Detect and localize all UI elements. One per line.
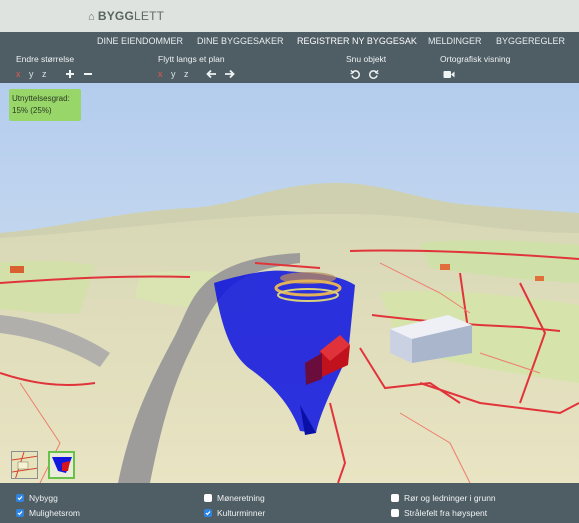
edit-toolbar: Endre størrelse x y z Flytt langs et pla…: [0, 50, 579, 83]
app-logo[interactable]: ⌂ BYGGLETT: [88, 9, 164, 23]
layer-kulturminner-label: Kulturminner: [217, 508, 266, 518]
rotate-title: Snu objekt: [346, 54, 387, 64]
terrain-scene[interactable]: [0, 83, 579, 483]
checkbox-unchecked-icon[interactable]: [391, 509, 399, 517]
resize-title: Endre størrelse: [16, 54, 75, 64]
checkbox-unchecked-icon[interactable]: [391, 494, 399, 502]
top-header: ⌂ BYGGLETT: [0, 0, 579, 32]
move-title: Flytt langs et plan: [158, 54, 225, 64]
layer-stralefelt[interactable]: Strålefelt fra høyspent: [391, 508, 487, 518]
video-camera-icon[interactable]: [440, 67, 458, 81]
arrow-left-icon[interactable]: [202, 67, 220, 81]
move-axis-x[interactable]: x: [158, 69, 171, 79]
checkbox-checked-icon[interactable]: [16, 509, 24, 517]
layer-moneretning[interactable]: Møneretning: [204, 493, 265, 503]
resize-axis-x[interactable]: x: [16, 69, 29, 79]
checkbox-checked-icon[interactable]: [204, 509, 212, 517]
resize-axis-z[interactable]: z: [42, 69, 55, 79]
layer-nybygg-label: Nybygg: [29, 493, 58, 503]
rotate-ccw-icon[interactable]: [346, 67, 364, 81]
map-2d-thumbnail[interactable]: [11, 451, 38, 479]
layer-ror-og-ledninger-label: Rør og ledninger i grunn: [404, 493, 496, 503]
logo-text-bold: BYGG: [97, 9, 134, 23]
utilization-label: Utnyttelsesgrad:: [12, 94, 70, 103]
utilization-badge: Utnyttelsesgrad: 15% (25%): [9, 89, 81, 121]
rotate-group: Snu objekt: [346, 54, 386, 81]
main-nav: DINE EIENDOMMER DINE BYGGESAKER REGISTRE…: [0, 32, 579, 50]
checkbox-checked-icon[interactable]: [16, 494, 24, 502]
nav-registrer-ny-byggesak[interactable]: REGISTRER NY BYGGESAK: [297, 36, 417, 46]
layer-mulighetsrom[interactable]: Mulighetsrom: [16, 508, 80, 518]
nav-dine-eiendommer[interactable]: DINE EIENDOMMER: [97, 36, 183, 46]
minus-icon[interactable]: [79, 67, 97, 81]
utilization-value: 15% (25%): [12, 106, 52, 115]
ortho-group: Ortografisk visning: [440, 54, 510, 81]
layer-mulighetsrom-label: Mulighetsrom: [29, 508, 81, 518]
plus-icon[interactable]: [61, 67, 79, 81]
layer-nybygg[interactable]: Nybygg: [16, 493, 58, 503]
layer-ror-og-ledninger[interactable]: Rør og ledninger i grunn: [391, 493, 496, 503]
layer-kulturminner[interactable]: Kulturminner: [204, 508, 265, 518]
arrow-right-icon[interactable]: [220, 67, 238, 81]
move-group: Flytt langs et plan x y z: [158, 54, 238, 81]
ortho-title: Ortografisk visning: [440, 54, 511, 64]
layer-stralefelt-label: Strålefelt fra høyspent: [404, 508, 488, 518]
3d-map-viewport[interactable]: [0, 83, 579, 483]
checkbox-unchecked-icon[interactable]: [204, 494, 212, 502]
home-icon: ⌂: [88, 11, 95, 23]
layer-moneretning-label: Møneretning: [217, 493, 265, 503]
rotate-cw-icon[interactable]: [364, 67, 382, 81]
move-axis-z[interactable]: z: [184, 69, 197, 79]
layer-panel: Nybygg Mulighetsrom Møneretning Kulturmi…: [0, 483, 579, 523]
logo-text-light: LETT: [134, 9, 165, 23]
model-3d-thumbnail[interactable]: [48, 451, 75, 479]
nav-dine-byggesaker[interactable]: DINE BYGGESAKER: [197, 36, 284, 46]
nav-byggeregler[interactable]: BYGGEREGLER: [496, 36, 565, 46]
resize-axis-y[interactable]: y: [29, 69, 42, 79]
nav-meldinger[interactable]: MELDINGER: [428, 36, 482, 46]
move-axis-y[interactable]: y: [171, 69, 184, 79]
resize-group: Endre størrelse x y z: [16, 54, 97, 81]
